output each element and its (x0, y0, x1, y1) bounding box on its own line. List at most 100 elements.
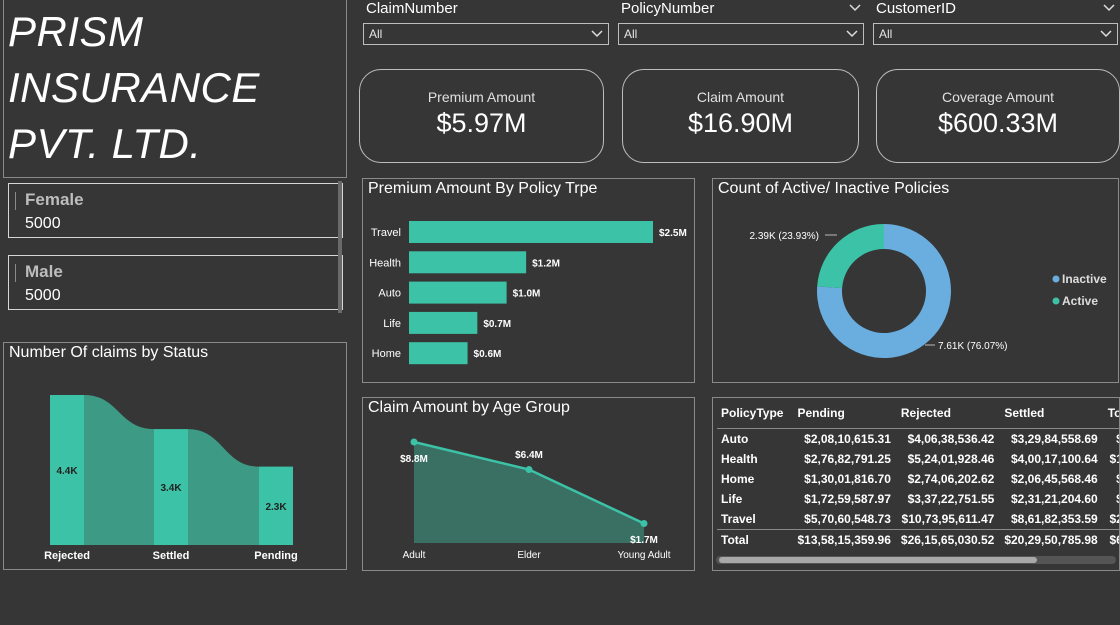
table-cell: $25 (1109, 512, 1119, 526)
table-cell: Total (717, 529, 794, 550)
table-cell: $2,08,10,615.31 (793, 428, 897, 449)
data-label: 3.4K (160, 483, 182, 494)
scrollbar-thumb[interactable] (719, 557, 1037, 563)
slicer-claimnumber[interactable]: ClaimNumber All (363, 0, 609, 46)
table-cell: $9 (1103, 428, 1119, 449)
y-tick-label: Auto (378, 288, 401, 300)
x-tick-label: Young Adult (617, 550, 670, 561)
gender-female-value: 5000 (25, 215, 61, 232)
table-cell: $2,76,82,791.25 (804, 452, 891, 466)
table-cell: Health (721, 452, 758, 466)
table-cell: $1,72,59,587.97 (804, 492, 891, 506)
policy-matrix-table: PolicyTypePendingRejectedSettledTot Auto… (717, 398, 1119, 550)
slicer-customerid[interactable]: CustomerID All (873, 0, 1118, 46)
divider (15, 192, 16, 210)
data-label: $6.4M (515, 450, 543, 461)
slicer-policynumber-value: All (624, 27, 638, 41)
column-header[interactable]: Tot (1104, 398, 1119, 429)
table-cell: $20,29,50,785.98 (1000, 529, 1104, 550)
legend-marker (1052, 275, 1060, 283)
x-tick-label: Rejected (44, 550, 90, 562)
data-point (525, 466, 533, 474)
slicer-customerid-value: All (879, 27, 893, 41)
column-header[interactable]: Pending (793, 398, 896, 429)
bar-home (409, 342, 468, 365)
table-cell: $60 (1103, 529, 1119, 550)
table-cell: $1,30,01,816.70 (804, 472, 891, 486)
bar-travel (409, 221, 653, 243)
slicer-policynumber-dropdown[interactable]: All (618, 23, 864, 45)
column-header[interactable]: Settled (1000, 398, 1103, 429)
table-cell: $5,24,01,928.46 (907, 452, 995, 466)
data-point (640, 519, 648, 527)
age-group-panel: Claim Amount by Age Group $8.8M $6.4M $1.7… (362, 397, 695, 571)
chevron-down-icon[interactable] (1102, 0, 1116, 14)
gender-male-label: Male (25, 262, 63, 281)
coverage-amount-label: Coverage Amount (941, 89, 1055, 105)
table-cell: $12 (1109, 452, 1119, 466)
data-label: $0.6M (474, 349, 502, 360)
table-cell: $6 (1104, 469, 1119, 489)
column-header[interactable]: Rejected (897, 398, 1000, 429)
table-cell: $2,31,21,204.60 (1010, 492, 1098, 506)
gender-card-male: Male 5000 (8, 255, 343, 310)
policy-matrix-panel: PolicyTypePendingRejectedSettledTot Auto… (712, 397, 1120, 571)
table-cell: $2,74,06,202.62 (907, 472, 995, 486)
chevron-down-icon[interactable] (848, 0, 862, 14)
data-label: 4.4K (56, 466, 78, 477)
gender-female-label: Female (25, 190, 84, 209)
ribbon-1 (188, 429, 259, 545)
slicer-claimnumber-dropdown[interactable]: All (363, 23, 609, 45)
y-tick-label: Home (372, 348, 401, 360)
premium-amount-label: Premium Amount (427, 89, 536, 105)
slicer-policynumber[interactable]: PolicyNumber All (618, 0, 864, 46)
table-total-row: Total $13,58,15,359.96 $26,15,65,030.52 $20… (717, 529, 1119, 550)
data-label: $0.7M (483, 319, 511, 330)
table-cell: $4,00,17,100.64 (1010, 452, 1098, 466)
claims-by-status-chart: 4.4K Rejected 3.4K Settled 2.3K Pending (44, 395, 298, 562)
table-row: Travel $5,70,60,548.73 $10,73,95,611.47 $8,… (717, 509, 1119, 530)
coverage-amount-value: $600.33M (937, 108, 1059, 138)
premium-amount-value: $5.97M (436, 108, 527, 138)
data-label: $1.0M (513, 289, 541, 300)
slicer-claimnumber-label: ClaimNumber (366, 0, 458, 17)
claim-amount-value: $16.90M (687, 108, 794, 138)
slicer-policynumber-label: PolicyNumber (621, 0, 715, 17)
slicer-customerid-dropdown[interactable]: All (873, 23, 1118, 45)
legend-marker (1052, 297, 1060, 305)
table-row: Life $1,72,59,587.97 $3,37,22,751.55 $2,31,… (717, 489, 1119, 509)
brand-panel: PRISM INSURANCE PVT. LTD. (3, 0, 347, 178)
table-row: Auto $2,08,10,615.31 $4,06,38,536.42 $3,29,… (717, 428, 1119, 449)
table-header-row: PolicyTypePendingRejectedSettledTot (717, 398, 1119, 429)
table-cell: $4,06,38,536.42 (896, 428, 1001, 449)
table-cell: $8,61,82,353.59 (1010, 512, 1098, 526)
x-tick-label: Elder (517, 550, 541, 561)
claims-by-status-panel: Number Of claims by Status 4.4K Rejected 3… (3, 342, 347, 570)
data-label: $1.7M (630, 535, 658, 546)
company-title: PRISM INSURANCE PVT. LTD. (8, 8, 260, 167)
table-cell: Life (721, 492, 743, 506)
slicer-customerid-label: CustomerID (876, 0, 957, 17)
data-point (410, 438, 418, 446)
horizontal-scrollbar[interactable] (716, 556, 1116, 564)
table-cell: Home (721, 472, 755, 486)
y-tick-label: Life (383, 318, 401, 330)
column-header[interactable]: PolicyType (717, 398, 793, 429)
premium-by-policy-panel: Premium Amount By Policy Trpe Travel $2.5… (362, 178, 695, 383)
table-cell: $2,06,45,568.46 (1010, 472, 1098, 486)
scrollbar[interactable] (338, 181, 342, 313)
active-inactive-panel: Count of Active/ Inactive Policies 2.39K… (712, 178, 1119, 383)
gender-panel: Female 5000 Male 5000 (3, 181, 343, 314)
bar-life (409, 311, 478, 334)
claim-amount-label: Claim Amount (696, 89, 785, 105)
table-cell: $3,37,22,751.55 (907, 492, 995, 506)
y-tick-label: Health (369, 257, 401, 269)
divider (15, 264, 16, 282)
bar-auto (409, 281, 507, 304)
table-cell: Travel (721, 512, 756, 526)
data-label: 7.61K (76.07%) (938, 341, 1008, 352)
chevron-down-icon (846, 30, 858, 38)
x-tick-label: Pending (254, 550, 297, 562)
legend-entry: Active (1062, 294, 1098, 308)
table-cell: $13,58,15,359.96 (793, 529, 897, 550)
